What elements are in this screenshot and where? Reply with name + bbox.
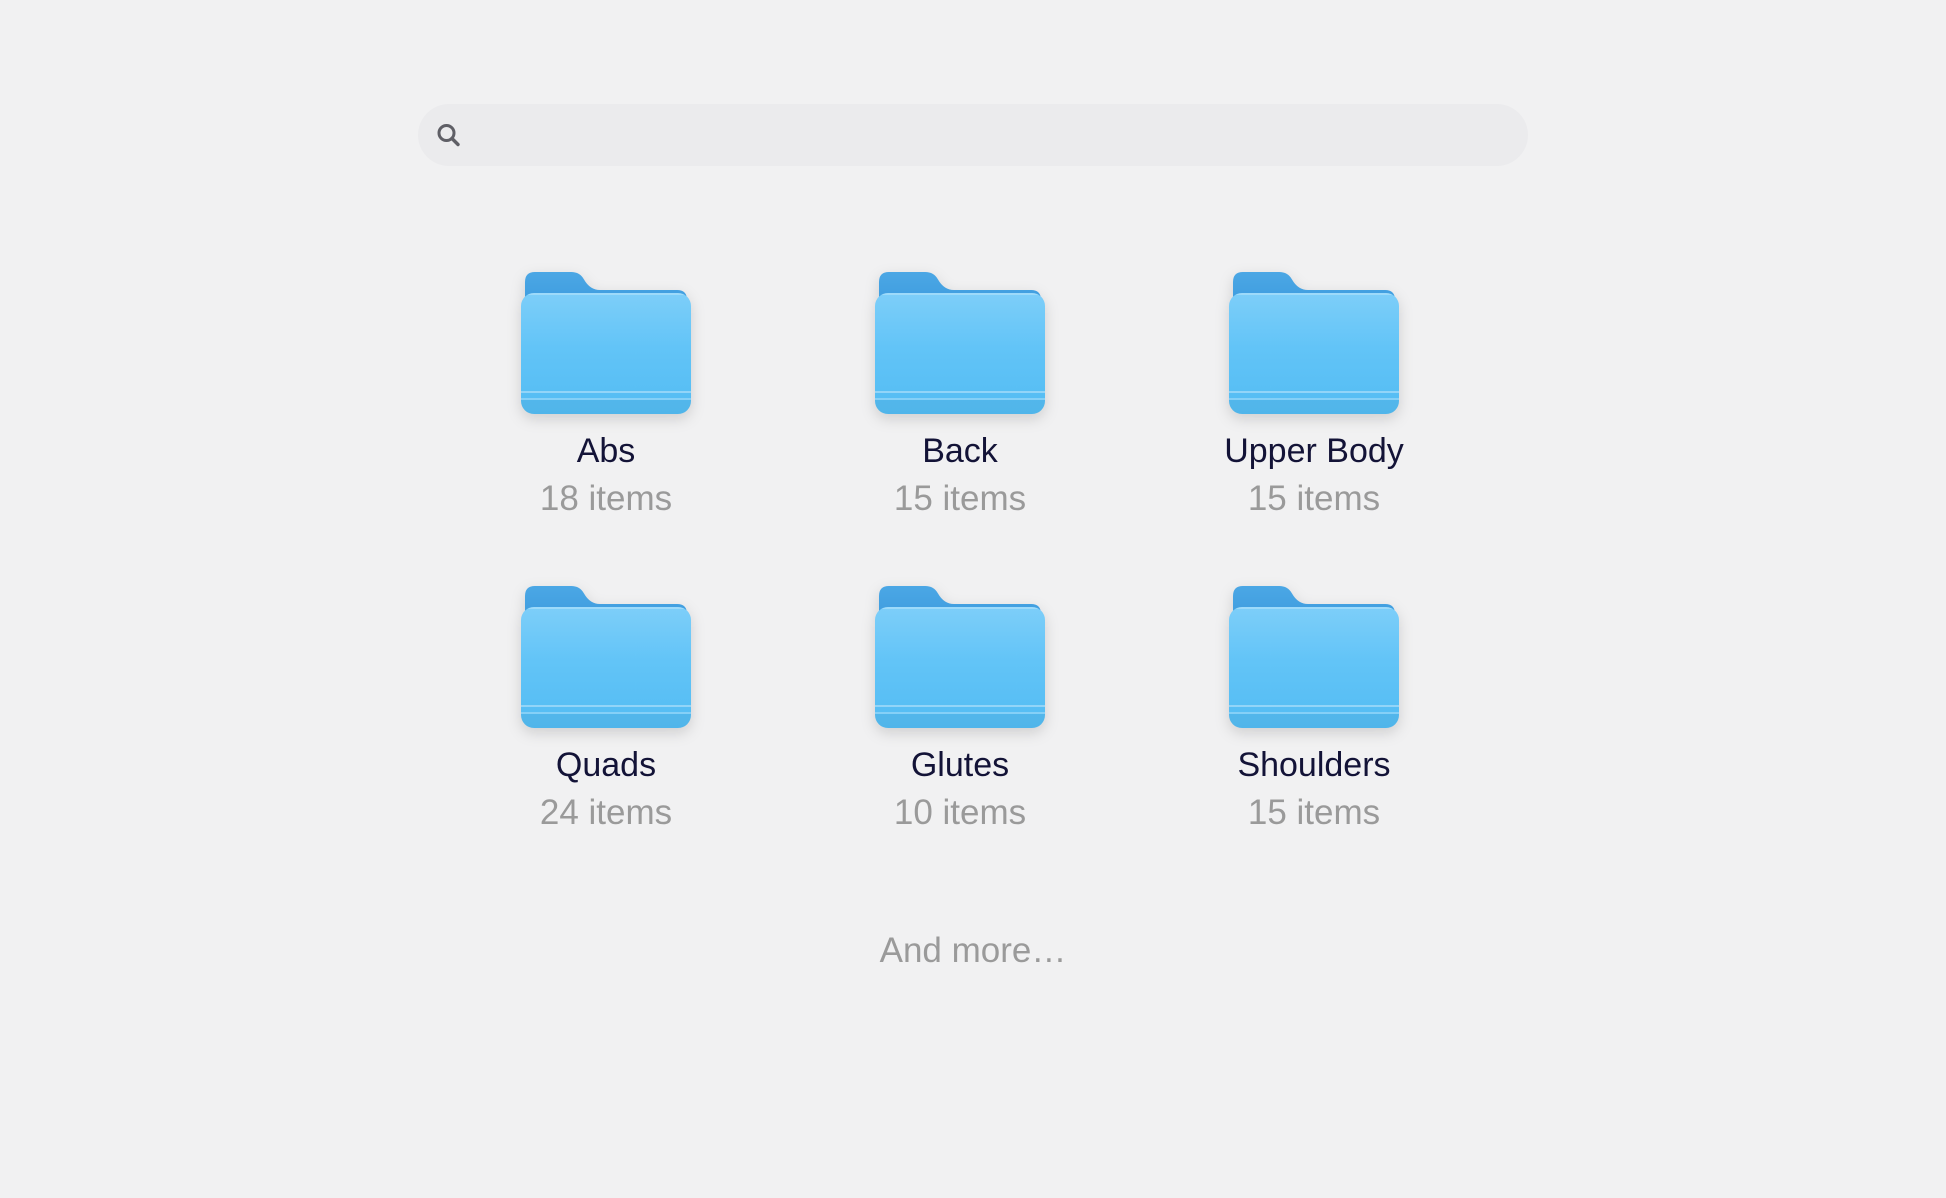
folder-name: Upper Body: [1224, 428, 1404, 474]
folder-glutes[interactable]: Glutes 10 items: [875, 584, 1045, 838]
folder-back[interactable]: Back 15 items: [875, 270, 1045, 524]
folder-icon: [1229, 584, 1399, 728]
folder-count: 24 items: [521, 788, 691, 838]
folder-grid: Abs 18 items Back 15 items Upper Body 15…: [429, 270, 1491, 838]
folder-icon: [521, 270, 691, 414]
folder-icon: [1229, 270, 1399, 414]
folder-name: Quads: [521, 742, 691, 788]
folder-shoulders[interactable]: Shoulders 15 items: [1229, 584, 1399, 838]
folder-count: 15 items: [1224, 474, 1404, 524]
folder-name: Abs: [521, 428, 691, 474]
folder-name: Glutes: [875, 742, 1045, 788]
search-icon: [435, 122, 462, 149]
folder-count: 18 items: [521, 474, 691, 524]
folder-count: 10 items: [875, 788, 1045, 838]
folder-count: 15 items: [1229, 788, 1399, 838]
folder-icon: [875, 584, 1045, 728]
workout-library-screen: Abs 18 items Back 15 items Upper Body 15…: [0, 104, 1946, 976]
search-input[interactable]: [474, 103, 1508, 167]
folder-icon: [521, 584, 691, 728]
folder-count: 15 items: [875, 474, 1045, 524]
folder-quads[interactable]: Quads 24 items: [521, 584, 691, 838]
folder-name: Shoulders: [1229, 742, 1399, 788]
folder-icon: [875, 270, 1045, 414]
folder-name: Back: [875, 428, 1045, 474]
search-bar[interactable]: [418, 104, 1528, 166]
folder-upper-body[interactable]: Upper Body 15 items: [1224, 270, 1404, 524]
more-label: And more…: [0, 926, 1946, 976]
folder-abs[interactable]: Abs 18 items: [521, 270, 691, 524]
